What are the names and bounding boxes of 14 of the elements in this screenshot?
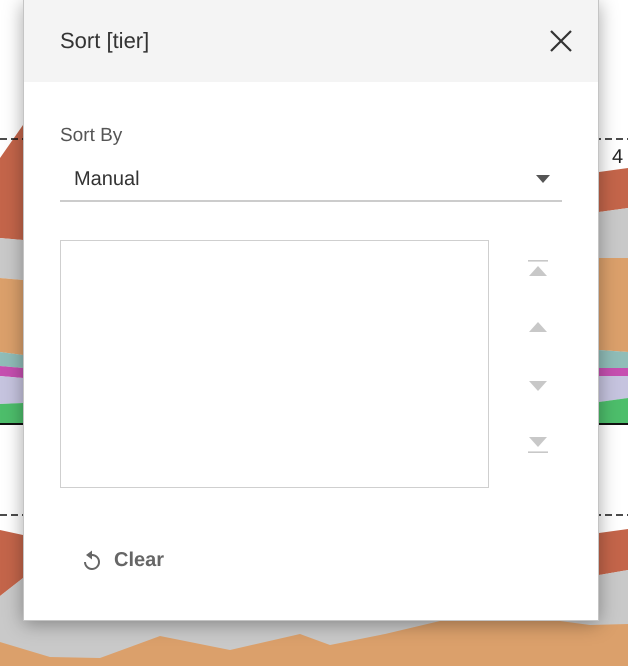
order-list[interactable] bbox=[60, 240, 489, 488]
down-triangle-icon bbox=[528, 381, 548, 391]
down-to-bar-icon bbox=[528, 437, 548, 453]
dialog-title: Sort [tier] bbox=[60, 28, 150, 54]
axis-label: 4 bbox=[612, 146, 624, 168]
field-label: Sort By bbox=[60, 124, 122, 148]
undo-icon bbox=[82, 549, 102, 571]
up-to-bar-icon bbox=[528, 260, 548, 276]
up-triangle-icon bbox=[528, 322, 548, 332]
clear-button[interactable]: Clear bbox=[60, 540, 174, 580]
close-button[interactable] bbox=[550, 30, 572, 52]
close-icon bbox=[550, 30, 572, 52]
sort-dropdown[interactable]: Manual bbox=[60, 158, 562, 202]
caret-icon bbox=[536, 175, 550, 183]
